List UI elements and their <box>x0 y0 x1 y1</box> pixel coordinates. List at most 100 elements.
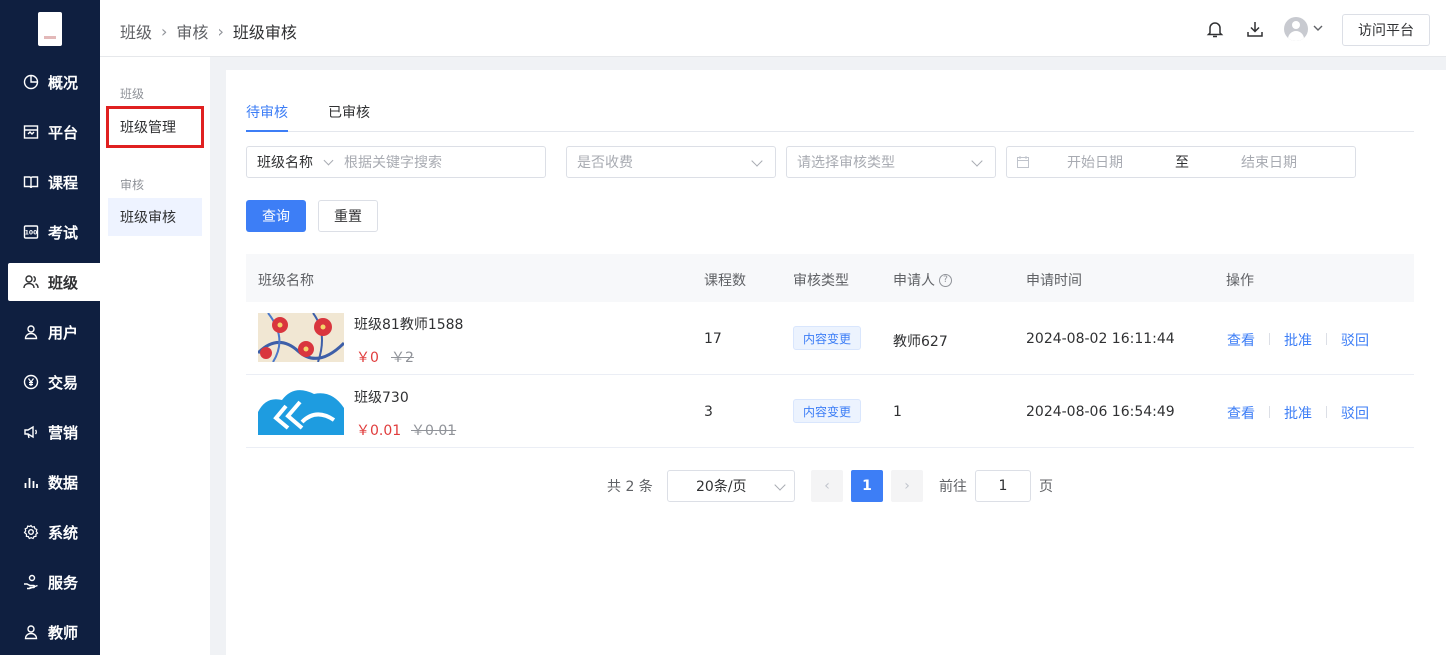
subnav-group-audit: 审核 <box>120 178 145 192</box>
col-actions: 操作 <box>1226 273 1254 289</box>
breadcrumb: 班级 › 审核 › 班级审核 <box>120 19 297 43</box>
nav-item-overview[interactable]: 概况 <box>8 63 100 101</box>
nav-item-service[interactable]: 服务 <box>8 563 100 601</box>
nav-label: 服务 <box>48 573 79 592</box>
view-link[interactable]: 查看 <box>1227 330 1255 350</box>
audit-type-tag: 内容变更 <box>793 326 862 350</box>
approve-link[interactable]: 批准 <box>1284 403 1312 423</box>
nav-label: 课程 <box>48 173 79 192</box>
chevron-down-icon <box>774 479 786 491</box>
svg-text:100: 100 <box>25 230 38 237</box>
nav-label: 考试 <box>48 223 79 242</box>
subnav-item-class-manage[interactable]: 班级管理 <box>106 106 204 148</box>
start-date-input[interactable]: 开始日期 <box>1067 152 1123 172</box>
reject-link[interactable]: 驳回 <box>1341 330 1369 350</box>
nav-label: 概况 <box>48 73 79 92</box>
help-icon[interactable]: ? <box>939 273 952 287</box>
avatar[interactable] <box>1284 17 1308 41</box>
class-cover-image <box>258 313 344 362</box>
pagination-total: 共 2 条 <box>607 479 653 495</box>
col-class-name: 班级名称 <box>258 273 314 289</box>
nav-item-marketing[interactable]: 营销 <box>8 413 100 451</box>
range-separator: 至 <box>1175 155 1189 171</box>
search-field: 班级名称 根据关键字搜索 <box>246 146 546 178</box>
action-divider <box>1326 333 1327 345</box>
page-number-current[interactable]: 1 <box>851 470 883 502</box>
course-count: 17 <box>704 331 722 347</box>
class-name[interactable]: 班级81教师1588 <box>354 314 463 334</box>
nav-item-exam[interactable]: 100 考试 <box>8 213 100 251</box>
fee-select[interactable]: 是否收费 <box>566 146 776 178</box>
prev-page-button[interactable]: ‹ <box>811 470 843 502</box>
reject-link[interactable]: 驳回 <box>1341 403 1369 423</box>
name-select[interactable]: 班级名称 <box>257 152 313 172</box>
logo[interactable] <box>38 12 62 46</box>
chevron-right-icon: › <box>161 21 168 41</box>
nav-item-data[interactable]: 数据 <box>8 463 100 501</box>
megaphone-icon <box>22 423 40 441</box>
page-suffix: 页 <box>1039 479 1053 495</box>
breadcrumb-item[interactable]: 班级 <box>120 19 152 43</box>
class-original-price: ￥0.01 <box>411 423 457 439</box>
hand-icon <box>22 573 40 591</box>
nav-item-class[interactable]: 班级 <box>8 263 100 301</box>
approve-link[interactable]: 批准 <box>1284 330 1312 350</box>
col-course-count: 课程数 <box>704 273 746 289</box>
query-button[interactable]: 查询 <box>246 200 306 232</box>
audit-type-select[interactable]: 请选择审核类型 <box>786 146 996 178</box>
chevron-down-icon[interactable] <box>323 155 334 165</box>
download-icon[interactable] <box>1245 19 1265 39</box>
apply-time: 2024-08-06 16:54:49 <box>1026 404 1175 420</box>
reset-button[interactable]: 重置 <box>318 200 378 232</box>
chevron-down-icon[interactable] <box>1312 22 1324 34</box>
nav-item-user[interactable]: 用户 <box>8 313 100 351</box>
bell-icon[interactable] <box>1205 19 1225 39</box>
date-range-picker[interactable]: 开始日期 至 结束日期 <box>1006 146 1356 178</box>
tab-bar: 待审核 已审核 <box>246 102 1414 132</box>
tab-reviewed[interactable]: 已审核 <box>328 102 370 132</box>
main-nav: 概况 平台 课程 100 考试 班级 用户 交易 营销 数据 系统 服务 教师 <box>0 0 100 655</box>
nav-item-trade[interactable]: 交易 <box>8 363 100 401</box>
nav-item-system[interactable]: 系统 <box>8 513 100 551</box>
pie-chart-icon <box>22 73 40 91</box>
table-header: 班级名称 课程数 审核类型 申请人 ? 申请时间 操作 <box>246 254 1414 302</box>
col-applicant: 申请人 ? <box>893 270 952 290</box>
fee-select-placeholder: 是否收费 <box>577 155 633 171</box>
store-icon <box>22 123 40 141</box>
next-page-button[interactable]: › <box>891 470 923 502</box>
book-icon <box>22 173 40 191</box>
top-header: 班级 › 审核 › 班级审核 访问平台 <box>100 0 1446 57</box>
action-divider <box>1269 406 1270 418</box>
table-row: 班级730 ￥0.01 ￥0.01 3 内容变更 1 2024-08-06 16… <box>246 375 1414 448</box>
nav-label: 用户 <box>48 323 79 342</box>
nav-label: 班级 <box>48 273 79 292</box>
class-price: ￥0 <box>356 350 379 366</box>
exam-icon: 100 <box>22 223 40 241</box>
page-size-select[interactable]: 20条/页 <box>667 470 795 502</box>
end-date-input[interactable]: 结束日期 <box>1241 152 1297 172</box>
table-row: 班级81教师1588 ￥0 ￥2 17 内容变更 教师627 2024-08-0… <box>246 302 1414 375</box>
subnav-item-class-audit[interactable]: 班级审核 <box>108 198 202 236</box>
goto-page-input[interactable]: 1 <box>975 470 1031 502</box>
tab-pending[interactable]: 待审核 <box>246 102 288 132</box>
nav-item-course[interactable]: 课程 <box>8 163 100 201</box>
view-link[interactable]: 查看 <box>1227 403 1255 423</box>
course-count: 3 <box>704 404 713 420</box>
col-applicant-label: 申请人 <box>893 273 935 289</box>
breadcrumb-item[interactable]: 审核 <box>176 19 208 43</box>
applicant: 1 <box>893 404 902 420</box>
col-apply-time: 申请时间 <box>1026 273 1082 289</box>
content-card: 待审核 已审核 班级名称 根据关键字搜索 是否收费 请选择审核类型 开始日期 至… <box>226 70 1446 655</box>
visit-platform-button[interactable]: 访问平台 <box>1342 14 1430 46</box>
chevron-down-icon <box>751 155 763 167</box>
subnav-group-class: 班级 <box>120 87 145 101</box>
class-name[interactable]: 班级730 <box>354 387 409 407</box>
teacher-icon <box>22 623 40 641</box>
bar-chart-icon <box>22 473 40 491</box>
sub-sidebar: 班级 班级管理 审核 班级审核 <box>100 57 210 655</box>
nav-item-teacher[interactable]: 教师 <box>8 613 100 651</box>
search-input[interactable]: 根据关键字搜索 <box>344 152 442 172</box>
class-price: ￥0.01 <box>356 423 402 439</box>
nav-item-platform[interactable]: 平台 <box>8 113 100 151</box>
nav-label: 系统 <box>48 523 79 542</box>
